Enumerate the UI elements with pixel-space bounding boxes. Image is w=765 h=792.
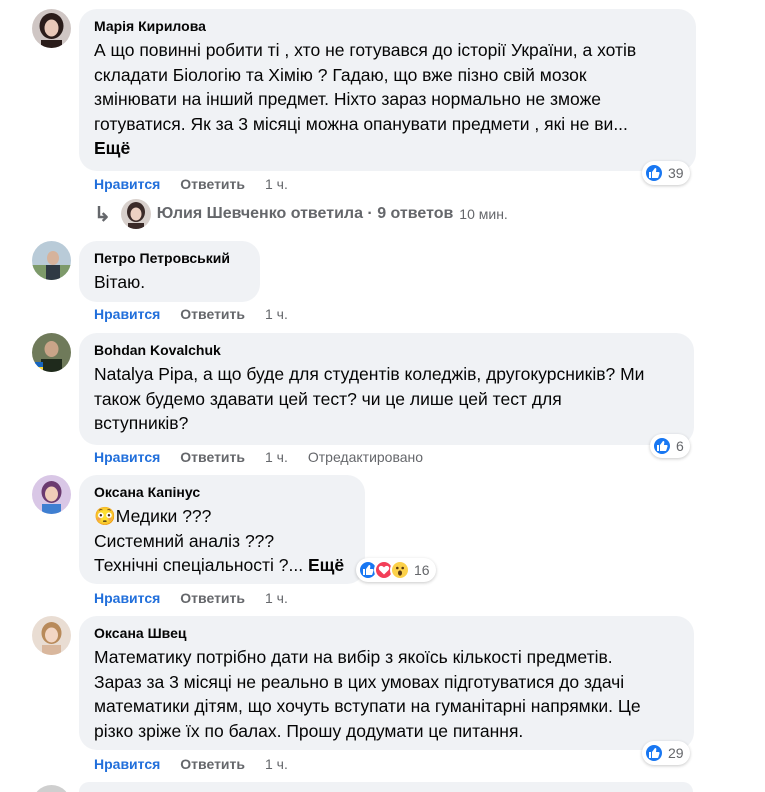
comment-author[interactable]: Оксана Швец [94, 624, 680, 642]
reaction-count: 6 [676, 438, 684, 454]
reply-button[interactable]: Ответить [180, 590, 245, 606]
comment-actions: Нравится Ответить 1 ч. Отредактировано [94, 448, 423, 466]
see-more-link[interactable]: Ещё [94, 138, 130, 158]
reaction-count: 39 [668, 165, 684, 181]
comment-text: Математику потрібно дати на вибір з якої… [94, 647, 641, 741]
see-more-link[interactable]: Ещё [308, 555, 344, 575]
comment-bubble: Оксана Капінус 😳Медики ??? Системний ана… [79, 475, 365, 584]
comment-time[interactable]: 1 ч. [265, 306, 288, 322]
like-button[interactable]: Нравится [94, 756, 160, 772]
like-button[interactable]: Нравится [94, 590, 160, 606]
reaction-summary[interactable]: 16 [356, 558, 436, 582]
comment-bubble: Оксана Швец Математику потрібно дати на … [79, 616, 694, 750]
wow-icon [390, 560, 410, 580]
comment-actions: Нравится Ответить 1 ч. [94, 755, 308, 773]
comment-actions: Нравится Ответить 1 ч. [94, 175, 308, 193]
like-icon [644, 743, 664, 763]
comment-text: Вітаю. [94, 272, 146, 292]
comment-text: 😳Медики ??? Системний аналіз ??? Технічн… [94, 506, 345, 575]
avatar [120, 199, 151, 229]
avatar[interactable] [32, 475, 71, 514]
comment-time[interactable]: 1 ч. [265, 176, 288, 192]
like-button[interactable]: Нравится [94, 449, 160, 465]
reaction-summary[interactable]: 29 [642, 741, 690, 765]
comment-author[interactable]: Bohdan Kovalchuk [94, 341, 680, 359]
comment-bubble: Bohdan Kovalchuk Natalya Pipa, а що буде… [79, 333, 694, 445]
reaction-summary[interactable]: 39 [642, 161, 690, 185]
comment-text: А що повинні робити ті , хто не готувавс… [94, 40, 637, 158]
edited-label[interactable]: Отредактировано [308, 449, 423, 465]
like-icon [652, 436, 672, 456]
comment-bubble [79, 782, 693, 792]
reply-button[interactable]: Ответить [180, 449, 245, 465]
like-button[interactable]: Нравится [94, 176, 160, 192]
reply-button[interactable]: Ответить [180, 176, 245, 192]
avatar[interactable] [32, 333, 71, 372]
like-button[interactable]: Нравится [94, 306, 160, 322]
comment-bubble: Петро Петровський Вітаю. [79, 241, 260, 302]
avatar[interactable] [32, 785, 71, 792]
comment-actions: Нравится Ответить 1 ч. [94, 305, 308, 323]
comment-author[interactable]: Марія Кирилова [94, 17, 682, 35]
reply-arrow-icon: ↳ [94, 203, 111, 226]
comment-text: Natalya Pipa, а що буде для студентів ко… [94, 364, 645, 433]
reply-thread-text[interactable]: Юлия Шевченко ответила · 9 ответов [157, 205, 454, 223]
comment-time[interactable]: 1 ч. [265, 756, 288, 772]
comment-time[interactable]: 1 ч. [265, 449, 288, 465]
comment-author[interactable]: Петро Петровський [94, 249, 246, 267]
comment-time[interactable]: 1 ч. [265, 590, 288, 606]
reaction-summary[interactable]: 6 [650, 434, 690, 458]
reply-button[interactable]: Ответить [180, 306, 245, 322]
comment-author[interactable]: Оксана Капінус [94, 483, 351, 501]
reply-thread-time: 10 мин. [459, 206, 508, 222]
avatar[interactable] [32, 241, 71, 280]
view-replies-link[interactable]: ↳ Юлия Шевченко ответила · 9 ответов 10 … [94, 199, 508, 229]
comment-actions: Нравится Ответить 1 ч. [94, 589, 308, 607]
avatar[interactable] [32, 616, 71, 655]
comment-bubble: Марія Кирилова А що повинні робити ті , … [79, 9, 696, 171]
reply-button[interactable]: Ответить [180, 756, 245, 772]
reaction-count: 16 [414, 562, 430, 578]
like-icon [644, 163, 664, 183]
reaction-count: 29 [668, 745, 684, 761]
avatar[interactable] [32, 9, 71, 48]
